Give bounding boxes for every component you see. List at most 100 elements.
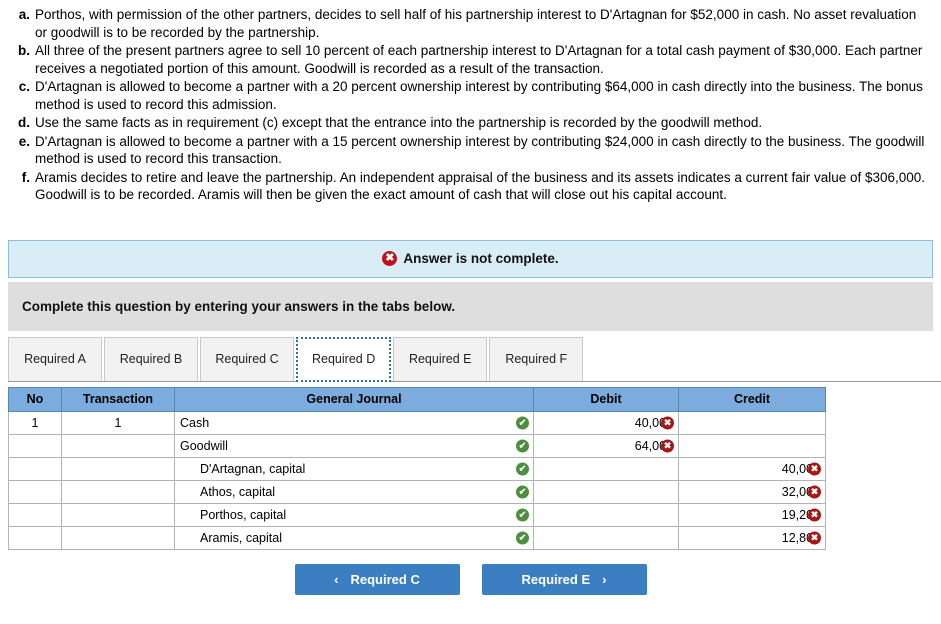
- header-credit: Credit: [678, 386, 826, 412]
- journal-table-wrapper: No Transaction General Journal Debit Cre…: [8, 386, 941, 550]
- requirement-letter: f.: [21, 169, 30, 185]
- cell-no: [8, 502, 62, 527]
- cell-debit[interactable]: [533, 456, 679, 481]
- requirement-text: D'Artagnan is allowed to become a partne…: [35, 133, 925, 167]
- requirement-tabs: Required A Required B Required C Require…: [8, 336, 941, 382]
- table-row: Aramis, capital ✔ 12,800 ✖: [8, 525, 826, 550]
- requirement-text: Porthos, with permission of the other pa…: [35, 7, 917, 40]
- next-requirement-button[interactable]: Required E ›: [481, 563, 647, 595]
- chevron-right-icon: ›: [602, 571, 607, 587]
- requirement-item: c. D'Artagnan is allowed to become a par…: [10, 78, 931, 113]
- table-row: Porthos, capital ✔ 19,200 ✖: [8, 502, 826, 527]
- requirement-text: Aramis decides to retire and leave the p…: [35, 169, 926, 203]
- header-debit: Debit: [533, 386, 679, 412]
- check-icon: ✔: [516, 462, 529, 475]
- cell-account[interactable]: D'Artagnan, capital ✔: [174, 456, 534, 481]
- tab-label: Required C: [215, 352, 279, 366]
- cell-no: 1: [8, 410, 62, 435]
- account-label: D'Artagnan, capital: [200, 461, 306, 476]
- cell-credit[interactable]: 12,800 ✖: [678, 525, 826, 550]
- tab-required-d[interactable]: Required D: [296, 336, 392, 382]
- check-icon: ✔: [516, 416, 529, 429]
- header-transaction: Transaction: [61, 386, 175, 412]
- requirement-item: b. All three of the present partners agr…: [10, 42, 931, 77]
- instruction-text: Complete this question by entering your …: [22, 298, 456, 314]
- cell-debit[interactable]: 40,000 ✖: [533, 410, 679, 435]
- requirements-list: a. Porthos, with permission of the other…: [0, 0, 941, 204]
- cell-account[interactable]: Porthos, capital ✔: [174, 502, 534, 527]
- cell-transaction: [61, 525, 175, 550]
- cell-account[interactable]: Athos, capital ✔: [174, 479, 534, 504]
- requirement-letter: e.: [18, 133, 30, 149]
- x-icon: ✖: [808, 485, 821, 498]
- tab-label: Required D: [312, 352, 376, 366]
- requirement-item: e. D'Artagnan is allowed to become a par…: [10, 133, 931, 168]
- cell-credit[interactable]: 19,200 ✖: [678, 502, 826, 527]
- cell-debit[interactable]: 64,000 ✖: [533, 433, 679, 458]
- cell-no: [8, 433, 62, 458]
- alert-banner-wrapper: ✖ Answer is not complete.: [0, 239, 941, 278]
- tab-required-b[interactable]: Required B: [104, 336, 198, 381]
- navigation-bar: ‹ Required C Required E ›: [0, 563, 941, 595]
- cell-credit[interactable]: 32,000 ✖: [678, 479, 826, 504]
- tab-label: Required E: [408, 352, 472, 366]
- cell-account[interactable]: Aramis, capital ✔: [174, 525, 534, 550]
- general-journal-table: No Transaction General Journal Debit Cre…: [8, 386, 826, 550]
- x-circle-icon: ✖: [382, 251, 398, 266]
- previous-requirement-button[interactable]: ‹ Required C: [294, 563, 460, 595]
- tab-required-f[interactable]: Required F: [489, 336, 584, 381]
- answer-status-alert: ✖ Answer is not complete.: [8, 239, 933, 278]
- tab-label: Required A: [24, 352, 86, 366]
- x-icon: ✖: [808, 462, 821, 475]
- cell-transaction: [61, 456, 175, 481]
- requirement-letter: d.: [18, 115, 30, 130]
- requirement-item: f. Aramis decides to retire and leave th…: [10, 169, 931, 204]
- cell-transaction: 1: [61, 410, 175, 435]
- table-row: D'Artagnan, capital ✔ 40,000 ✖: [8, 456, 826, 481]
- tab-required-a[interactable]: Required A: [8, 336, 102, 381]
- check-icon: ✔: [516, 439, 529, 452]
- requirement-text: D'Artagnan is allowed to become a partne…: [35, 79, 923, 112]
- table-header-row: No Transaction General Journal Debit Cre…: [8, 386, 826, 412]
- cell-no: [8, 456, 62, 481]
- cell-transaction: [61, 502, 175, 527]
- header-no: No: [8, 386, 62, 412]
- account-label: Athos, capital: [200, 484, 276, 499]
- tab-label: Required F: [505, 352, 568, 366]
- account-label: Goodwill: [180, 438, 228, 453]
- requirement-text: All three of the present partners agree …: [35, 43, 923, 76]
- table-row: Goodwill ✔ 64,000 ✖: [8, 433, 826, 458]
- check-icon: ✔: [516, 485, 529, 498]
- account-label: Aramis, capital: [200, 530, 282, 545]
- requirement-letter: b.: [18, 43, 30, 58]
- cell-debit[interactable]: [533, 525, 679, 550]
- cell-credit[interactable]: [678, 433, 826, 458]
- cell-no: [8, 479, 62, 504]
- cell-credit[interactable]: 40,000 ✖: [678, 456, 826, 481]
- cell-debit[interactable]: [533, 479, 679, 504]
- requirement-text: Use the same facts as in requirement (c)…: [35, 115, 763, 130]
- cell-credit[interactable]: [678, 410, 826, 435]
- table-row: 1 1 Cash ✔ 40,000 ✖: [8, 410, 826, 435]
- next-button-label: Required E: [521, 571, 591, 587]
- previous-button-label: Required C: [350, 571, 420, 587]
- x-icon: ✖: [808, 531, 821, 544]
- account-label: Cash: [180, 415, 210, 430]
- check-icon: ✔: [516, 508, 529, 521]
- cell-account[interactable]: Cash ✔: [174, 410, 534, 435]
- tab-required-e[interactable]: Required E: [393, 336, 488, 381]
- tab-required-c[interactable]: Required C: [200, 336, 294, 381]
- tab-label: Required B: [119, 352, 183, 366]
- requirement-item: d. Use the same facts as in requirement …: [10, 114, 931, 132]
- chevron-left-icon: ‹: [334, 571, 339, 587]
- cell-transaction: [61, 479, 175, 504]
- cell-debit[interactable]: [533, 502, 679, 527]
- instruction-bar: Complete this question by entering your …: [8, 281, 933, 331]
- alert-message: Answer is not complete.: [403, 251, 559, 266]
- check-icon: ✔: [516, 531, 529, 544]
- cell-account[interactable]: Goodwill ✔: [174, 433, 534, 458]
- x-icon: ✖: [661, 416, 674, 429]
- cell-no: [8, 525, 62, 550]
- account-label: Porthos, capital: [200, 507, 287, 522]
- cell-transaction: [61, 433, 175, 458]
